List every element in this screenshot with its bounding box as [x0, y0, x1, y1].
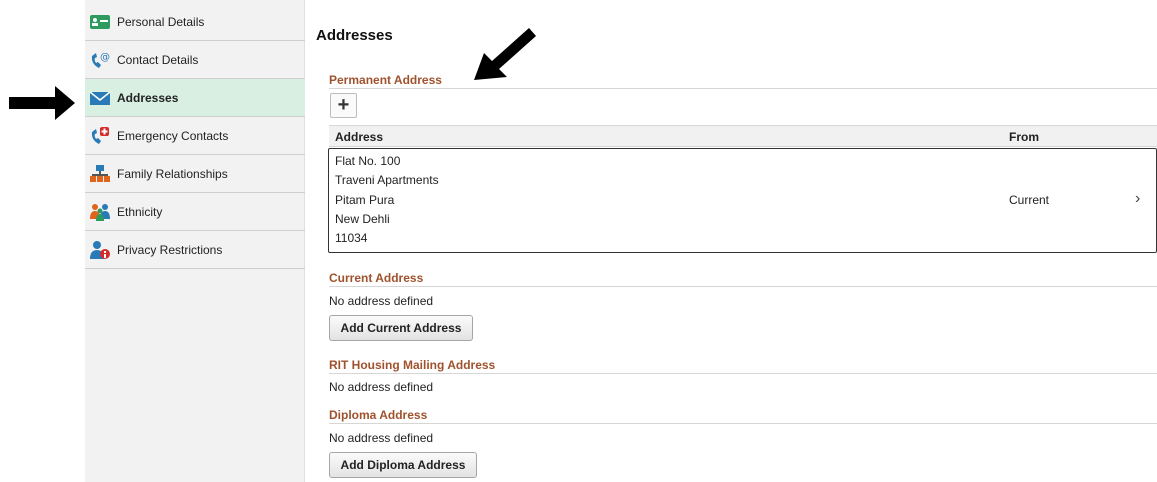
sidebar-item-ethnicity[interactable]: Ethnicity: [85, 193, 305, 231]
permanent-address-row[interactable]: Flat No. 100 Traveni Apartments Pitam Pu…: [328, 148, 1157, 253]
column-header-from: From: [1009, 130, 1039, 144]
column-header-address: Address: [335, 130, 384, 144]
sidebar-item-privacy-restrictions[interactable]: Privacy Restrictions: [85, 231, 305, 269]
address-line: Pitam Pura: [335, 193, 395, 207]
sidebar-item-label: Emergency Contacts: [117, 128, 229, 143]
add-diploma-address-button[interactable]: Add Diploma Address: [329, 452, 477, 478]
annotation-arrow-right: [9, 86, 75, 120]
sidebar-item-label: Addresses: [117, 90, 179, 105]
page-title: Addresses: [316, 27, 393, 44]
sidebar-item-label: Contact Details: [117, 52, 199, 67]
current-address-title: Current Address: [329, 271, 424, 285]
address-line: 11034: [335, 231, 368, 245]
address-line: Traveni Apartments: [335, 173, 439, 187]
sidebar-nav: Personal Details @ Contact Details Addre…: [85, 0, 305, 482]
phone-at-icon: @: [89, 50, 111, 70]
envelope-icon: [89, 88, 111, 108]
sidebar-item-emergency-contacts[interactable]: Emergency Contacts: [85, 117, 305, 155]
section-divider: [329, 88, 1157, 89]
sidebar-item-label: Ethnicity: [117, 204, 163, 219]
sidebar-item-personal-details[interactable]: Personal Details: [85, 3, 305, 41]
org-chart-icon: [89, 164, 111, 184]
address-table-header: Address From: [329, 125, 1157, 147]
sidebar-item-addresses[interactable]: Addresses: [85, 79, 305, 117]
chevron-right-icon: ›: [1135, 190, 1141, 207]
svg-text:@: @: [100, 52, 110, 63]
diploma-address-title: Diploma Address: [329, 408, 428, 422]
diploma-address-empty-text: No address defined: [329, 431, 434, 445]
sidebar-item-label: Family Relationships: [117, 166, 228, 181]
address-line: Flat No. 100: [335, 154, 401, 168]
person-lock-icon: [89, 240, 111, 260]
current-address-empty-text: No address defined: [329, 294, 434, 308]
address-from-value: Current: [1009, 193, 1050, 207]
housing-address-empty-text: No address defined: [329, 380, 434, 394]
annotation-arrow-down-left: [474, 28, 536, 80]
sidebar-item-label: Privacy Restrictions: [117, 242, 223, 257]
housing-address-title: RIT Housing Mailing Address: [329, 358, 496, 372]
sidebar-item-family-relationships[interactable]: Family Relationships: [85, 155, 305, 193]
address-line: New Dehli: [335, 212, 390, 226]
sidebar-item-contact-details[interactable]: @ Contact Details: [85, 41, 305, 79]
section-divider: [329, 286, 1157, 287]
phone-cross-icon: [89, 126, 111, 146]
section-divider: [329, 373, 1157, 374]
permanent-address-title: Permanent Address: [329, 73, 442, 87]
id-card-icon: [89, 12, 111, 32]
add-current-address-button[interactable]: Add Current Address: [329, 315, 473, 341]
add-permanent-address-button[interactable]: +: [330, 93, 357, 118]
section-divider: [329, 423, 1157, 424]
sidebar-item-label: Personal Details: [117, 14, 205, 29]
people-icon: [89, 202, 111, 222]
